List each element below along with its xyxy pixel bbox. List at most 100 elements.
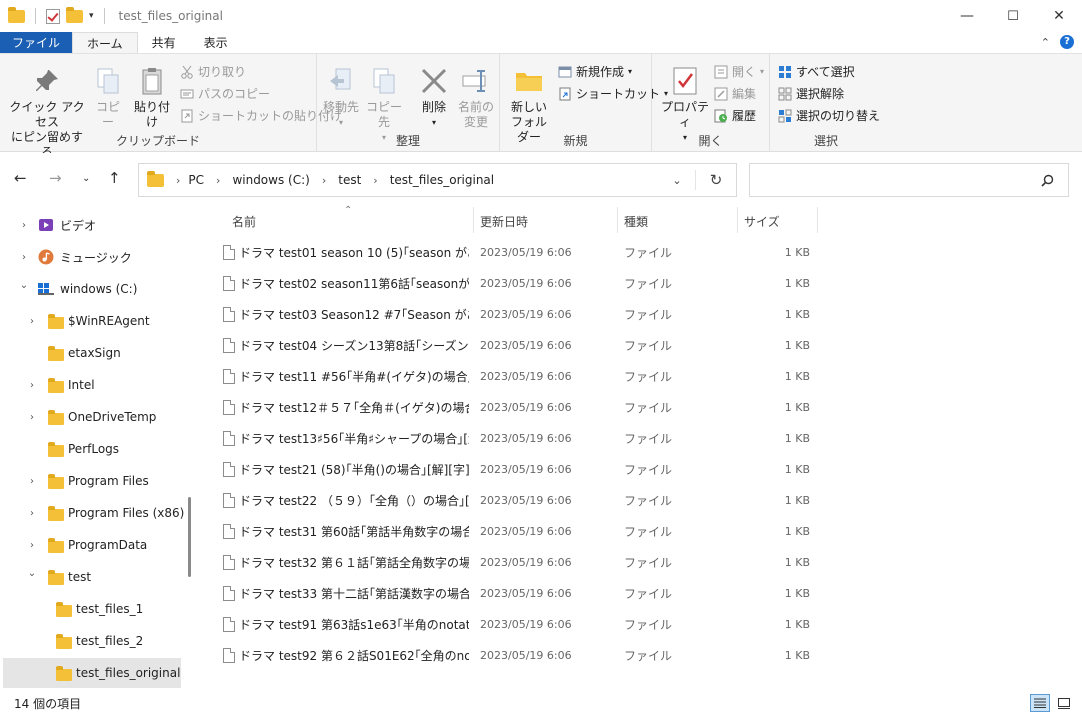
file-row[interactable]: ドラマ test31 第60話｢第話半角数字の場合｣... 2023/05/19 …	[216, 516, 820, 547]
search-input[interactable]	[749, 163, 1069, 197]
nav-item-programdata[interactable]: › ProgramData	[3, 530, 181, 560]
copy-button[interactable]: コピー	[92, 66, 124, 130]
nav-item-intel[interactable]: › Intel	[3, 370, 181, 400]
nav-item-test-files-1[interactable]: test_files_1	[3, 594, 181, 624]
nav-scrollbar-thumb[interactable]	[188, 497, 191, 577]
tab-file[interactable]: ファイル	[0, 32, 73, 53]
address-bar[interactable]: › PC › windows (C:) › test › test_files_…	[138, 163, 737, 197]
nav-item-test[interactable]: ⌄ test	[3, 562, 181, 592]
file-row[interactable]: ドラマ test32 第６１話｢第話全角数字の場... 2023/05/19 6:…	[216, 547, 820, 578]
column-divider[interactable]	[473, 207, 474, 233]
breadcrumb-separator-icon[interactable]: ›	[322, 174, 326, 187]
minimize-button[interactable]: —	[944, 0, 990, 32]
new-folder-icon[interactable]	[66, 6, 83, 23]
expand-chevron-icon[interactable]: ›	[26, 540, 38, 551]
breadcrumb-separator-icon[interactable]: ›	[373, 174, 377, 187]
expand-chevron-icon[interactable]: ›	[26, 316, 38, 327]
file-row[interactable]: ドラマ test22 （５９）｢全角（）の場合｣[... 2023/05/19 6…	[216, 485, 820, 516]
ribbon-right-tools: ⌃ ?	[1041, 35, 1074, 49]
breadcrumb-pc[interactable]: PC	[188, 173, 204, 187]
large-icons-view-button[interactable]	[1054, 694, 1074, 712]
refresh-icon[interactable]: ↻	[696, 171, 736, 189]
history-button[interactable]: 履歴	[714, 107, 756, 124]
nav-item-winreagent[interactable]: › $WinREAgent	[3, 306, 181, 336]
quick-access-toolbar: ▾	[0, 6, 109, 24]
file-row[interactable]: ドラマ test11 #56｢半角#(イゲタ)の場合｣[解]...2023/05…	[216, 361, 820, 392]
nav-item-program-files[interactable]: › Program Files	[3, 466, 181, 496]
file-row[interactable]: ドラマ test13♯56｢半角♯シャープの場合｣[解... 2023/05/19…	[216, 423, 820, 454]
delete-button[interactable]: 削除 ▾	[417, 66, 451, 130]
nav-item-test-files-original[interactable]: test_files_original	[3, 658, 181, 688]
tab-view[interactable]: 表示	[190, 32, 242, 53]
file-row[interactable]: ドラマ test92 第６２話S01E62｢全角のnotat...2023/05…	[216, 640, 820, 671]
cut-button[interactable]: 切り取り	[180, 63, 246, 80]
nav-item-etaxsign[interactable]: etaxSign	[3, 338, 181, 368]
nav-item-test-files-2[interactable]: test_files_2	[3, 626, 181, 656]
file-row[interactable]: ドラマ test01 season 10 (5)｢season がある場...2…	[216, 237, 820, 268]
expand-chevron-icon[interactable]: ›	[26, 412, 38, 423]
help-icon[interactable]: ?	[1060, 35, 1074, 49]
nav-item-music[interactable]: › ミュージック	[3, 242, 181, 272]
tab-share[interactable]: 共有	[138, 32, 190, 53]
open-button[interactable]: 開く ▾	[714, 63, 764, 80]
file-row[interactable]: ドラマ test03 Season12 #7｢Season がある場...202…	[216, 299, 820, 330]
back-arrow-icon[interactable]: ←	[14, 169, 27, 187]
column-divider[interactable]	[617, 207, 618, 233]
expand-chevron-icon[interactable]: ›	[18, 220, 30, 231]
nav-item-onedrivetemp[interactable]: › OneDriveTemp	[3, 402, 181, 432]
collapse-ribbon-chevron-icon[interactable]: ⌃	[1041, 36, 1050, 49]
expand-chevron-icon[interactable]: ›	[26, 380, 38, 391]
expand-chevron-icon[interactable]: ›	[26, 476, 38, 487]
file-row[interactable]: ドラマ test33 第十二話｢第話漢数字の場合｣... 2023/05/19 6…	[216, 578, 820, 609]
select-none-icon	[778, 87, 792, 101]
properties-icon[interactable]	[46, 8, 60, 24]
nav-item-drive-c[interactable]: ⌄ windows (C:)	[3, 274, 181, 304]
collapse-chevron-icon[interactable]: ⌄	[18, 280, 30, 291]
select-all-button[interactable]: すべて選択	[778, 63, 855, 80]
tab-home[interactable]: ホーム	[72, 32, 138, 53]
column-header-type[interactable]: 種類	[624, 207, 734, 235]
paste-button[interactable]: 貼り付け	[130, 66, 174, 130]
column-divider[interactable]	[737, 207, 738, 233]
scissors-icon	[180, 65, 194, 79]
select-none-button[interactable]: 選択解除	[778, 85, 844, 102]
address-history-chevron-icon[interactable]: ⌄	[659, 174, 695, 187]
column-header-size[interactable]: サイズ	[744, 207, 814, 235]
copy-path-button[interactable]: パスのコピー	[180, 85, 270, 102]
forward-arrow-icon[interactable]: →	[49, 169, 62, 187]
file-row[interactable]: ドラマ test12＃５７｢全角＃(イゲタ)の場合｣[...2023/05/19…	[216, 392, 820, 423]
nav-item-program-files-x86[interactable]: › Program Files (x86)	[3, 498, 184, 528]
move-to-button[interactable]: 移動先 ▾	[323, 66, 359, 130]
invert-selection-button[interactable]: 選択の切り替え	[778, 107, 880, 124]
close-button[interactable]: ✕	[1036, 0, 1082, 32]
collapse-chevron-icon[interactable]: ⌄	[26, 568, 38, 579]
breadcrumb-separator-icon[interactable]: ›	[216, 174, 220, 187]
expand-chevron-icon[interactable]: ›	[18, 252, 30, 263]
file-row[interactable]: ドラマ test04 シーズン13第8話｢シーズンがある...2023/05/1…	[216, 330, 820, 361]
file-row[interactable]: ドラマ test91 第63話s1e63｢半角のnotation...2023/…	[216, 609, 820, 640]
file-row[interactable]: ドラマ test02 season11第6話｢seasonがある...2023/…	[216, 268, 820, 299]
column-header-date[interactable]: 更新日時	[480, 207, 616, 235]
up-arrow-icon[interactable]: ↑	[108, 169, 121, 187]
folder-icon	[48, 314, 64, 329]
expand-chevron-icon[interactable]: ›	[26, 508, 38, 519]
breadcrumb-current[interactable]: test_files_original	[390, 173, 494, 187]
new-item-button[interactable]: 新規作成 ▾	[558, 63, 632, 80]
details-view-button[interactable]	[1030, 694, 1050, 712]
breadcrumb-drive[interactable]: windows (C:)	[232, 173, 309, 187]
nav-item-video[interactable]: › ビデオ	[3, 210, 181, 240]
column-divider[interactable]	[817, 207, 818, 233]
customize-qat-chevron-icon[interactable]: ▾	[89, 11, 94, 21]
column-header-name[interactable]: 名前	[232, 207, 472, 235]
clipboard-group-label: クリップボード	[115, 134, 200, 148]
edit-button[interactable]: 編集	[714, 85, 756, 102]
rename-button[interactable]: 名前の 変更	[457, 66, 495, 130]
recent-locations-chevron-icon[interactable]: ⌄	[82, 173, 90, 184]
nav-item-perflogs[interactable]: PerfLogs	[3, 434, 181, 464]
search-icon	[1041, 174, 1054, 187]
file-row[interactable]: ドラマ test21 (58)｢半角()の場合｣[解][字][デ]...2023…	[216, 454, 820, 485]
breadcrumb-test[interactable]: test	[338, 173, 361, 187]
video-icon	[39, 219, 53, 231]
file-icon	[223, 524, 235, 539]
maximize-button[interactable]: ☐	[990, 0, 1036, 32]
